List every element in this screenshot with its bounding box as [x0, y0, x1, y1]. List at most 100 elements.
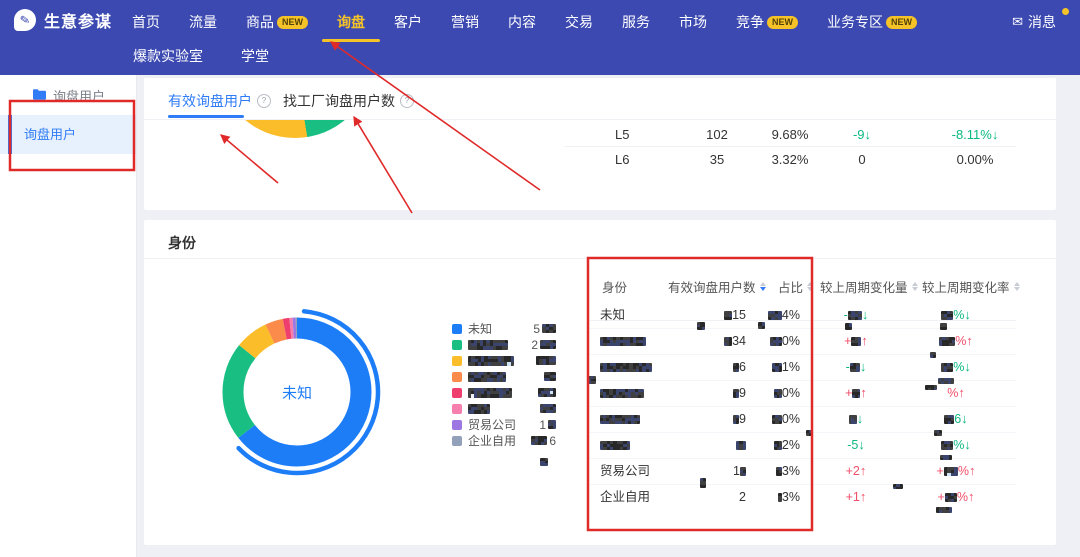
- up-arrow-icon: ↑: [861, 333, 868, 348]
- up-arrow-icon: ↑: [958, 385, 965, 400]
- censored-mosaic: [938, 378, 954, 384]
- sort-icon[interactable]: [807, 282, 813, 291]
- censored-mosaic: [944, 467, 958, 476]
- censored-mosaic: [893, 484, 903, 489]
- censored-mosaic: [600, 337, 646, 346]
- column-header-3[interactable]: 占比: [778, 278, 813, 294]
- tab-1[interactable]: 有效询盘用户?: [168, 91, 271, 111]
- nav-item-5[interactable]: 客户: [394, 6, 422, 38]
- censored-mosaic: [600, 441, 630, 450]
- censored-mosaic: [772, 415, 782, 424]
- censored-mosaic: [600, 415, 640, 424]
- nav-item-label: 市场: [679, 12, 707, 32]
- censored-mosaic: [758, 322, 765, 329]
- brand[interactable]: ✎ 生意参谋: [14, 8, 112, 32]
- share-cell: 3%: [720, 458, 800, 484]
- change-qty-cell: +↑: [804, 328, 908, 354]
- sidebar-group-inquiry-users[interactable]: 询盘用户: [0, 75, 136, 105]
- censored-mosaic: [945, 493, 957, 502]
- nav-item-label: 竞争: [736, 12, 764, 32]
- censored-mosaic: [848, 311, 862, 320]
- down-arrow-icon: ↓: [862, 307, 869, 322]
- help-icon[interactable]: ?: [257, 94, 271, 108]
- identity-table: 身份有效询盘用户数占比较上周期变化量较上周期变化率未知154%-↓%↓340%+…: [144, 276, 1056, 545]
- caret-down-icon: [1014, 287, 1020, 291]
- down-arrow-icon: ↓: [858, 437, 865, 452]
- messages-label: 消息: [1028, 12, 1056, 32]
- censored-mosaic: [540, 458, 548, 466]
- nav-item-11[interactable]: 竞争NEW: [736, 6, 798, 38]
- sort-icon[interactable]: [1014, 282, 1020, 291]
- nav-item-2[interactable]: 流量: [189, 6, 217, 38]
- table-row: 90%↓6↓: [590, 406, 1016, 433]
- section-title: 身份: [168, 233, 196, 253]
- new-badge: NEW: [277, 16, 308, 29]
- sort-icon[interactable]: [760, 282, 766, 291]
- table-row: 90%+↑%↑: [590, 380, 1016, 407]
- new-badge: NEW: [886, 16, 917, 29]
- censored-mosaic: [930, 352, 936, 358]
- censored-mosaic: [770, 337, 782, 346]
- tab-2[interactable]: 找工厂询盘用户数?: [283, 91, 414, 111]
- column-header-1[interactable]: 身份: [602, 278, 627, 294]
- sidebar-item-inquiry-users[interactable]: 询盘用户: [0, 115, 136, 154]
- caret-up-icon: [807, 282, 813, 286]
- up-arrow-icon: ↑: [860, 489, 867, 504]
- active-tab-underline: [168, 115, 244, 118]
- nav-item-label: 内容: [508, 12, 536, 32]
- level-cell: 35: [677, 150, 757, 170]
- table-row: 企业自用23%+1↑+%↑: [590, 484, 1016, 510]
- sidebar: 询盘用户 询盘用户: [0, 75, 137, 557]
- nav-item-7[interactable]: 内容: [508, 6, 536, 38]
- nav2-item-1[interactable]: 爆款实验室: [133, 46, 203, 66]
- nav-item-label: 询盘: [337, 12, 365, 32]
- share-cell: 1%: [720, 354, 800, 380]
- nav-item-label: 首页: [132, 12, 160, 32]
- caret-down-icon: [912, 287, 918, 291]
- column-header-2[interactable]: 有效询盘用户数: [668, 278, 766, 294]
- change-qty-cell: +↑: [804, 380, 908, 406]
- censored-mosaic: [851, 337, 861, 346]
- up-arrow-icon: ↑: [968, 489, 975, 504]
- up-arrow-icon: ↑: [860, 385, 867, 400]
- censored-mosaic: [697, 322, 705, 330]
- level-cell: 0: [822, 150, 902, 170]
- column-header-5[interactable]: 较上周期变化率: [922, 278, 1020, 294]
- level-cell: L5: [615, 125, 675, 145]
- column-header-4[interactable]: 较上周期变化量: [820, 278, 918, 294]
- censored-mosaic: [850, 363, 860, 372]
- censored-mosaic: [849, 415, 857, 424]
- column-header-label: 较上周期变化率: [922, 277, 1010, 296]
- share-cell: 2%: [720, 432, 800, 458]
- sidebar-item-label: 询盘用户: [24, 127, 76, 142]
- censored-mosaic: [941, 311, 953, 320]
- censored-mosaic: [776, 467, 782, 476]
- sort-icon[interactable]: [912, 282, 918, 291]
- sidebar-group-label: 询盘用户: [53, 86, 105, 105]
- nav-item-1[interactable]: 首页: [132, 6, 160, 38]
- primary-nav: 首页流量商品NEW询盘客户营销内容交易服务市场竞争NEW业务专区NEW: [132, 6, 917, 38]
- nav-item-12[interactable]: 业务专区NEW: [827, 6, 917, 38]
- nav-item-4[interactable]: 询盘: [337, 6, 365, 38]
- column-header-label: 较上周期变化量: [820, 277, 908, 296]
- share-cell: 0%: [720, 328, 800, 354]
- nav-item-9[interactable]: 服务: [622, 6, 650, 38]
- help-icon[interactable]: ?: [400, 94, 414, 108]
- inquiry-users-card: 有效询盘用户?找工厂询盘用户数? L51029.68%-9↓-8.11%↓L63…: [144, 78, 1056, 210]
- nav-item-label: 业务专区: [827, 12, 883, 32]
- down-arrow-icon: ↓: [964, 437, 971, 452]
- level-cell: -8.11%↓: [935, 125, 1015, 145]
- change-rate-cell: %↓: [898, 354, 1014, 380]
- nav-item-3[interactable]: 商品NEW: [246, 6, 308, 38]
- column-header-label: 有效询盘用户数: [668, 277, 756, 296]
- nav-item-10[interactable]: 市场: [679, 6, 707, 38]
- change-rate-cell: +%↑: [898, 484, 1014, 510]
- up-arrow-icon: ↑: [969, 463, 976, 478]
- new-badge: NEW: [767, 16, 798, 29]
- messages-button[interactable]: ✉ 消息: [1012, 12, 1056, 32]
- nav-item-8[interactable]: 交易: [565, 6, 593, 38]
- table-row: 贸易公司13%+2↑+%↑: [590, 458, 1016, 485]
- nav2-item-2[interactable]: 学堂: [241, 46, 269, 66]
- nav-item-6[interactable]: 营销: [451, 6, 479, 38]
- censored-mosaic: [940, 323, 947, 330]
